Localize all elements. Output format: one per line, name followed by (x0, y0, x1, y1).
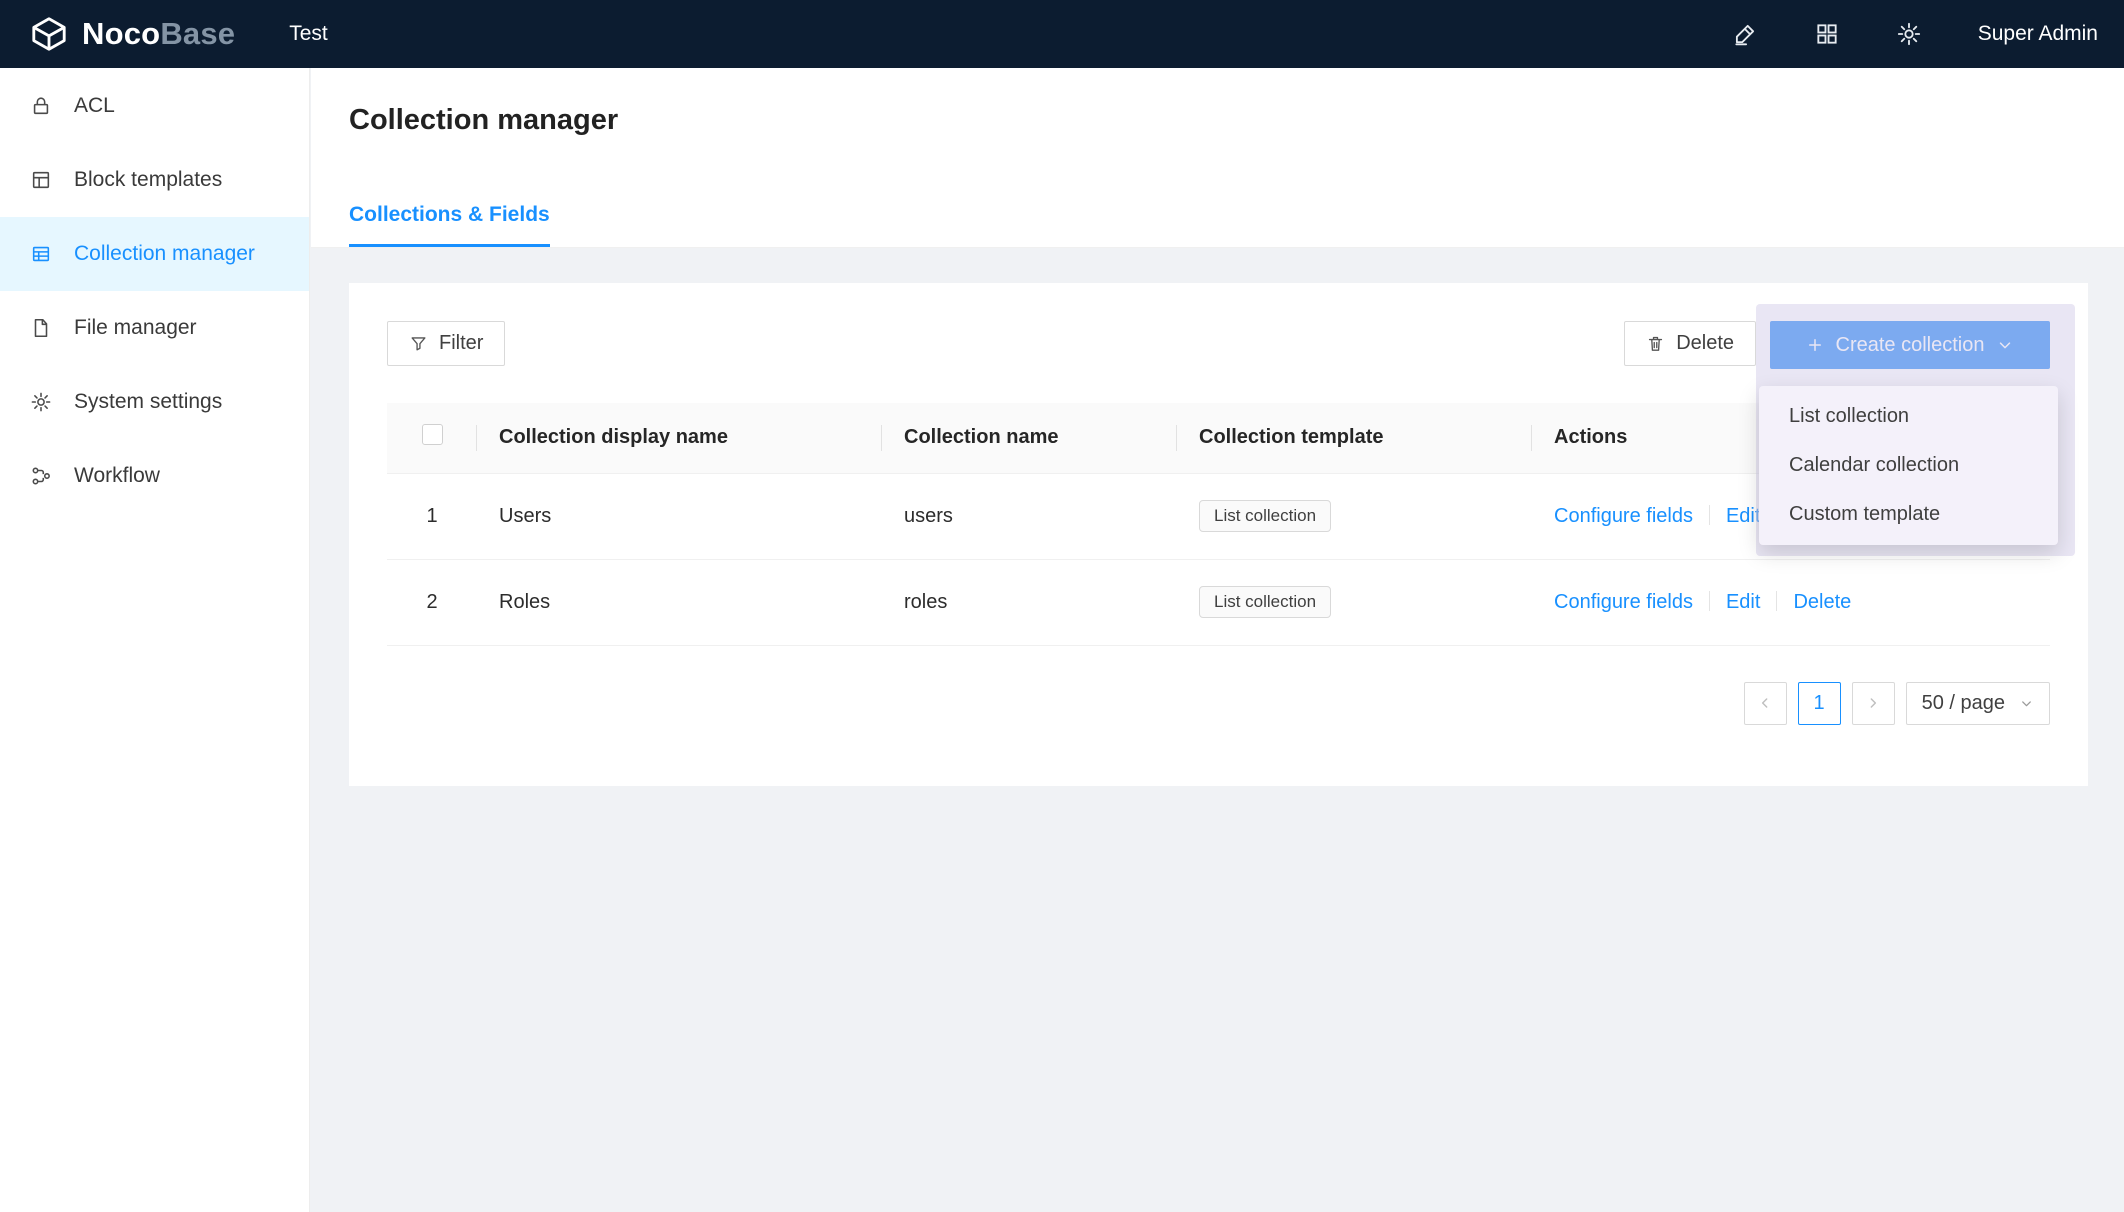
sidebar-item-label: Collection manager (74, 242, 255, 266)
row-index: 1 (387, 473, 477, 559)
tab-collections-and-fields[interactable]: Collections & Fields (349, 203, 550, 247)
chevron-right-icon (1865, 695, 1881, 711)
create-collection-button[interactable]: Create collection (1770, 321, 2050, 369)
filter-button[interactable]: Filter (387, 321, 505, 366)
cell-actions: Configure fields Edit Delete (1532, 559, 2050, 645)
template-tag: List collection (1199, 500, 1331, 532)
configure-fields-link[interactable]: Configure fields (1554, 591, 1693, 613)
block-templates-icon (30, 169, 52, 191)
sidebar: ACL Block templates Collection manager F… (0, 68, 310, 1212)
cell-display-name: Roles (477, 559, 882, 645)
gear-icon (30, 391, 52, 413)
collections-card: Filter Delete Create (349, 283, 2088, 786)
toolbar-right: Delete Create collection (1624, 321, 2050, 369)
sidebar-item-collection-manager[interactable]: Collection manager (0, 217, 309, 291)
sidebar-item-system-settings[interactable]: System settings (0, 365, 309, 439)
topbar-right: Super Admin (1732, 21, 2124, 47)
pagination-prev-button[interactable] (1744, 682, 1787, 725)
lock-icon (30, 95, 52, 117)
chevron-left-icon (1757, 695, 1773, 711)
header-display-name: Collection display name (477, 403, 882, 473)
collection-table-icon (30, 243, 52, 265)
delete-link[interactable]: Delete (1793, 591, 1851, 613)
trash-icon (1646, 334, 1665, 353)
row-index: 2 (387, 559, 477, 645)
menu-item-list-collection[interactable]: List collection (1759, 392, 2058, 441)
header-name: Collection name (882, 403, 1177, 473)
page-size-select[interactable]: 50 / page (1906, 682, 2050, 725)
sidebar-item-file-manager[interactable]: File manager (0, 291, 309, 365)
select-all-checkbox[interactable] (422, 424, 443, 445)
layout-grid-icon[interactable] (1814, 21, 1840, 47)
pagination: 1 50 / page (387, 682, 2050, 725)
gear-icon[interactable] (1896, 21, 1922, 47)
create-collection-dropdown-region: Create collection List collection Calend… (1770, 321, 2050, 369)
table-row: 2 Roles roles List collection Configure … (387, 559, 2050, 645)
pagination-next-button[interactable] (1852, 682, 1895, 725)
cell-template: List collection (1177, 559, 1532, 645)
sidebar-item-workflow[interactable]: Workflow (0, 439, 309, 513)
sidebar-item-acl[interactable]: ACL (0, 69, 309, 143)
header-select-all (387, 403, 477, 473)
template-tag: List collection (1199, 586, 1331, 618)
edit-link[interactable]: Edit (1726, 591, 1760, 613)
workflow-icon (30, 465, 52, 487)
header-template: Collection template (1177, 403, 1532, 473)
sidebar-item-label: Workflow (74, 464, 160, 488)
brand-text: NocoBase (82, 16, 235, 52)
pagination-page-1[interactable]: 1 (1798, 682, 1841, 725)
content-area: Filter Delete Create (311, 248, 2124, 786)
cell-template: List collection (1177, 473, 1532, 559)
sidebar-item-label: System settings (74, 390, 222, 414)
filter-funnel-icon (409, 334, 428, 353)
sidebar-item-label: ACL (74, 94, 115, 118)
cube-logo-icon (30, 15, 68, 53)
sidebar-item-label: File manager (74, 316, 197, 340)
topbar-menu-test[interactable]: Test (289, 22, 328, 46)
configure-fields-link[interactable]: Configure fields (1554, 505, 1693, 527)
topbar: NocoBase Test Super Admin (0, 0, 2124, 68)
page-title: Collection manager (349, 68, 2086, 137)
highlighter-icon[interactable] (1732, 21, 1758, 47)
edit-link[interactable]: Edit (1726, 505, 1760, 527)
cell-display-name: Users (477, 473, 882, 559)
nocobase-logo[interactable]: NocoBase (0, 15, 235, 53)
action-divider (1709, 591, 1710, 611)
chevron-down-icon (2019, 696, 2034, 711)
main-area: Collection manager Collections & Fields … (311, 68, 2124, 1212)
action-divider (1776, 591, 1777, 611)
page-header: Collection manager Collections & Fields (311, 68, 2124, 248)
plus-icon (1806, 336, 1824, 354)
card-toolbar: Filter Delete Create (387, 321, 2050, 369)
sidebar-item-block-templates[interactable]: Block templates (0, 143, 309, 217)
file-icon (30, 317, 52, 339)
menu-item-calendar-collection[interactable]: Calendar collection (1759, 441, 2058, 490)
user-menu[interactable]: Super Admin (1978, 22, 2098, 46)
cell-name: users (882, 473, 1177, 559)
sidebar-item-label: Block templates (74, 168, 222, 192)
action-divider (1709, 505, 1710, 525)
create-collection-menu: List collection Calendar collection Cust… (1759, 386, 2058, 545)
cell-name: roles (882, 559, 1177, 645)
menu-item-custom-template[interactable]: Custom template (1759, 490, 2058, 539)
chevron-down-icon (1996, 336, 2014, 354)
delete-button[interactable]: Delete (1624, 321, 1756, 366)
